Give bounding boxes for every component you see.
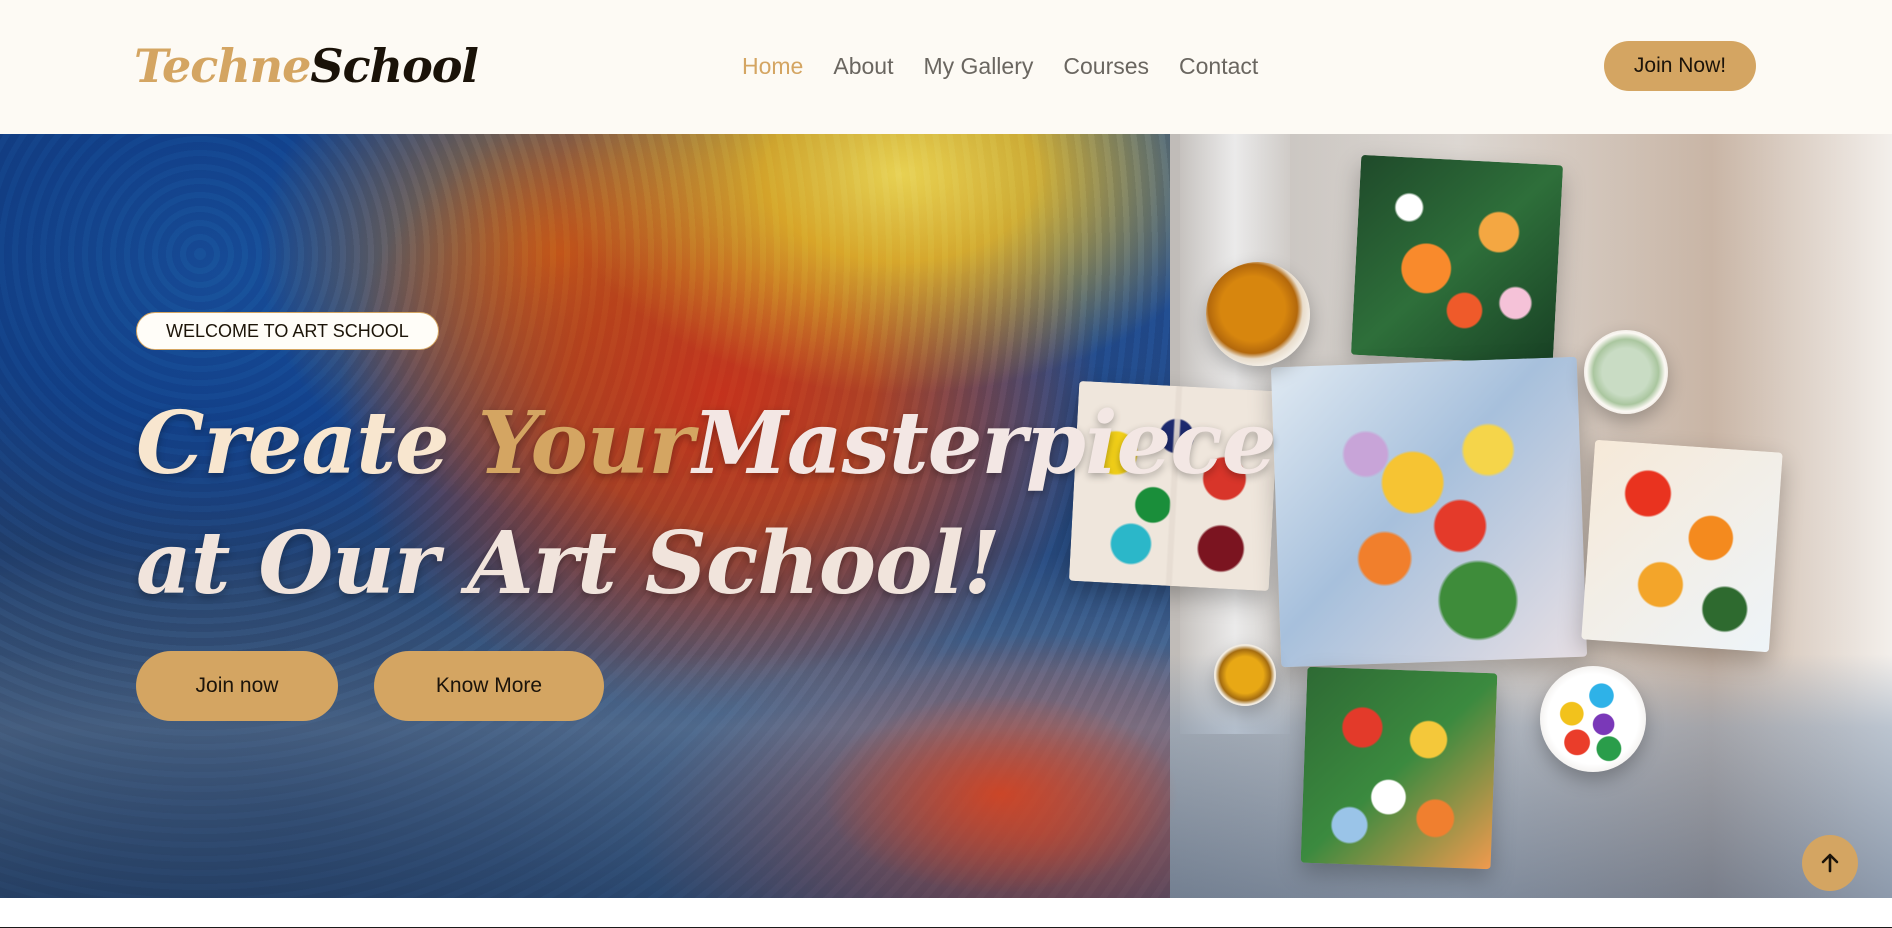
headline-word-your: Your [477,393,694,494]
brand-logo-part1: Techne [134,39,311,93]
join-now-header-button[interactable]: Join Now! [1604,41,1756,91]
paint-jar-yellow [1214,644,1276,706]
page-bottom-strip [0,898,1892,928]
brand-logo-part2: School [310,39,479,93]
arrow-up-icon [1821,853,1839,873]
paint-palette [1540,666,1646,772]
paint-jar-amber [1206,262,1310,366]
artwork-flowers-1 [1350,154,1564,366]
welcome-badge: WELCOME TO ART SCHOOL [136,312,439,350]
headline-line2: at Our Art School! [136,513,1001,614]
artwork-flowers-3 [1300,666,1498,870]
nav-item-home[interactable]: Home [742,46,803,86]
brand-logo[interactable]: TechneSchool [134,30,479,102]
nav-item-about[interactable]: About [833,46,893,86]
main-nav: Home About My Gallery Courses Contact [742,46,1258,86]
hero-section: WELCOME TO ART SCHOOL Create YourMasterp… [0,134,1892,898]
nav-item-contact[interactable]: Contact [1179,46,1258,86]
nav-item-courses[interactable]: Courses [1063,46,1149,86]
headline-word-masterpiece: Masterpiece [692,393,1277,494]
artwork-bouquet [1270,356,1588,668]
site-header: TechneSchool Home About My Gallery Cours… [0,0,1892,134]
artwork-flowers-2 [1581,439,1783,653]
hero-headline: Create YourMasterpiece at Our Art School… [136,384,1277,624]
know-more-button[interactable]: Know More [374,651,604,721]
nav-item-my-gallery[interactable]: My Gallery [923,46,1033,86]
paint-jar-green [1584,330,1668,414]
back-to-top-button[interactable] [1802,835,1858,891]
join-now-button[interactable]: Join now [136,651,338,721]
headline-word-create: Create [136,393,450,494]
